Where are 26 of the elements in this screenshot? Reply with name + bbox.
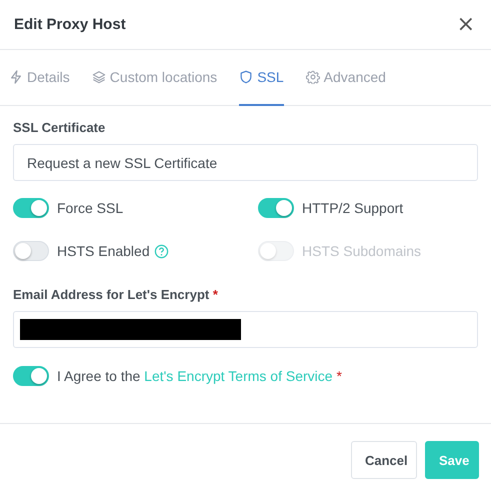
dialog-title: Edit Proxy Host xyxy=(14,16,126,33)
save-button[interactable]: Save xyxy=(425,441,479,479)
tab[interactable]: Custom locations xyxy=(92,50,218,106)
toggle-switch[interactable] xyxy=(13,241,49,261)
toggle-switch[interactable] xyxy=(258,198,294,218)
gear-icon xyxy=(306,70,320,84)
close-button[interactable]: × xyxy=(454,14,477,36)
layers-icon xyxy=(92,70,106,84)
tab[interactable]: Details xyxy=(9,50,70,106)
toggle-label: Force SSL xyxy=(57,200,124,216)
terms-link[interactable]: Let's Encrypt Terms of Service xyxy=(144,368,333,384)
toggle-label: HSTS Enabled xyxy=(57,243,150,259)
tab[interactable]: Advanced xyxy=(306,50,386,106)
shield-icon xyxy=(239,70,254,84)
bolt-icon xyxy=(9,70,23,84)
email-field[interactable] xyxy=(13,311,478,348)
field-label: SSL Certificate xyxy=(13,120,106,135)
toggle-label: HTTP/2 Support xyxy=(302,200,404,216)
toggle-switch[interactable] xyxy=(13,366,49,386)
cancel-button[interactable]: Cancel xyxy=(351,441,417,479)
toggle-label: HSTS Subdomains xyxy=(302,243,422,259)
certificate-select[interactable]: Request a new SSL Certificate xyxy=(13,144,478,181)
field-label: Email Address for Let's Encrypt * xyxy=(13,287,219,302)
toggle-switch[interactable] xyxy=(13,198,49,218)
tab[interactable]: SSL xyxy=(239,50,284,106)
agreement-text: I Agree to the Let's Encrypt Terms of Service * xyxy=(57,368,342,384)
